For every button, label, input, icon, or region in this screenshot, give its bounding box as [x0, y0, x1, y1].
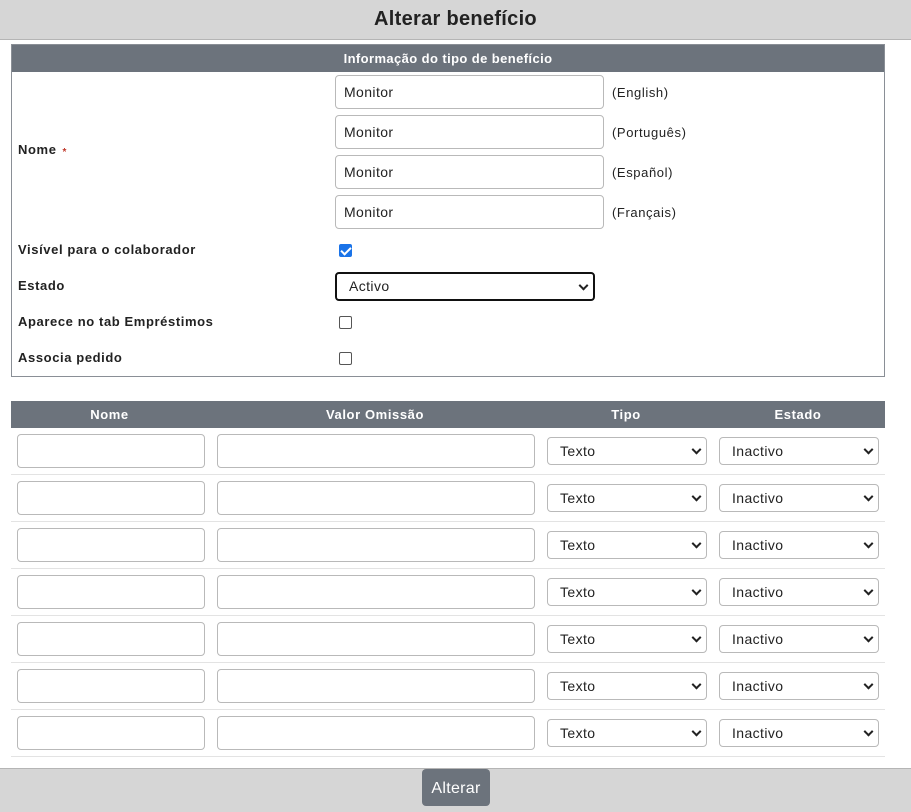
name-french-input[interactable] [335, 195, 604, 229]
row-estado-value: Inactivo [732, 725, 784, 741]
row-tipo-value: Texto [560, 537, 596, 553]
row-estado-select[interactable]: Inactivo [719, 719, 879, 747]
row-estado-value: Inactivo [732, 678, 784, 694]
row-estado-select[interactable]: Inactivo [719, 437, 879, 465]
row-tipo-value: Texto [560, 631, 596, 647]
chevron-down-icon [691, 538, 702, 549]
row-nome-input[interactable] [17, 528, 205, 562]
column-header-nome: Nome [90, 407, 129, 422]
row-estado-select[interactable]: Inactivo [719, 531, 879, 559]
name-portuguese-input[interactable] [335, 115, 604, 149]
row-tipo-select[interactable]: Texto [547, 672, 707, 700]
row-nome-input[interactable] [17, 622, 205, 656]
row-tipo-select[interactable]: Texto [547, 625, 707, 653]
table-row: Texto Inactivo [11, 428, 885, 475]
row-valor-input[interactable] [217, 669, 535, 703]
table-row: Texto Inactivo [11, 522, 885, 569]
row-tipo-select[interactable]: Texto [547, 719, 707, 747]
chevron-down-icon [691, 726, 702, 737]
row-estado-value: Inactivo [732, 584, 784, 600]
lang-portuguese-label: (Português) [612, 125, 687, 140]
page-title: Alterar benefício [0, 0, 911, 40]
estado-label: Estado [18, 278, 65, 293]
lang-french-label: (Français) [612, 205, 677, 220]
row-tipo-select[interactable]: Texto [547, 578, 707, 606]
row-estado-value: Inactivo [732, 443, 784, 459]
row-valor-input[interactable] [217, 575, 535, 609]
visivel-label: Visível para o colaborador [18, 242, 196, 257]
chevron-down-icon [863, 444, 874, 455]
alterar-button[interactable]: Alterar [422, 769, 490, 806]
row-tipo-value: Texto [560, 725, 596, 741]
visivel-checkbox[interactable] [339, 244, 352, 257]
row-tipo-value: Texto [560, 678, 596, 694]
row-valor-input[interactable] [217, 434, 535, 468]
row-estado-value: Inactivo [732, 537, 784, 553]
row-estado-select[interactable]: Inactivo [719, 578, 879, 606]
row-valor-input[interactable] [217, 481, 535, 515]
table-row: Texto Inactivo [11, 569, 885, 616]
row-valor-input[interactable] [217, 622, 535, 656]
row-estado-value: Inactivo [732, 490, 784, 506]
nome-label-text: Nome [18, 142, 57, 157]
name-spanish-input[interactable] [335, 155, 604, 189]
row-tipo-value: Texto [560, 443, 596, 459]
row-estado-value: Inactivo [732, 631, 784, 647]
row-valor-input[interactable] [217, 528, 535, 562]
row-tipo-select[interactable]: Texto [547, 437, 707, 465]
row-estado-select[interactable]: Inactivo [719, 484, 879, 512]
row-valor-input[interactable] [217, 716, 535, 750]
chevron-down-icon [863, 538, 874, 549]
column-header-estado: Estado [774, 407, 822, 422]
chevron-down-icon [863, 726, 874, 737]
table-row: Texto Inactivo [11, 475, 885, 522]
name-english-input[interactable] [335, 75, 604, 109]
footer-bar: Alterar [0, 768, 911, 812]
chevron-down-icon [691, 444, 702, 455]
required-marker: * [62, 147, 68, 158]
chevron-down-icon [863, 679, 874, 690]
chevron-down-icon [578, 280, 589, 291]
row-nome-input[interactable] [17, 434, 205, 468]
section-header: Informação do tipo de benefício [12, 45, 884, 72]
row-tipo-select[interactable]: Texto [547, 484, 707, 512]
associa-label: Associa pedido [18, 350, 123, 365]
estado-select[interactable]: Activo [335, 272, 595, 301]
row-estado-select[interactable]: Inactivo [719, 625, 879, 653]
row-tipo-select[interactable]: Texto [547, 531, 707, 559]
column-header-valor: Valor Omissão [325, 407, 425, 422]
table-row: Texto Inactivo [11, 616, 885, 663]
column-header-tipo: Tipo [611, 407, 641, 422]
nome-label: Nome * [18, 142, 67, 158]
row-tipo-value: Texto [560, 490, 596, 506]
fields-grid-header: Nome Valor Omissão Tipo Estado [11, 401, 885, 428]
row-nome-input[interactable] [17, 575, 205, 609]
chevron-down-icon [691, 679, 702, 690]
chevron-down-icon [691, 491, 702, 502]
chevron-down-icon [691, 585, 702, 596]
row-nome-input[interactable] [17, 716, 205, 750]
row-nome-input[interactable] [17, 669, 205, 703]
aparece-checkbox[interactable] [339, 316, 352, 329]
aparece-label: Aparece no tab Empréstimos [18, 314, 214, 329]
associa-checkbox[interactable] [339, 352, 352, 365]
estado-select-value: Activo [349, 278, 390, 294]
lang-english-label: (English) [612, 85, 669, 100]
chevron-down-icon [863, 491, 874, 502]
row-tipo-value: Texto [560, 584, 596, 600]
table-row: Texto Inactivo [11, 710, 885, 757]
row-nome-input[interactable] [17, 481, 205, 515]
table-row: Texto Inactivo [11, 663, 885, 710]
chevron-down-icon [863, 585, 874, 596]
row-estado-select[interactable]: Inactivo [719, 672, 879, 700]
benefit-type-info-panel: Informação do tipo de benefício Nome * (E… [11, 44, 885, 377]
chevron-down-icon [863, 632, 874, 643]
lang-spanish-label: (Español) [612, 165, 674, 180]
chevron-down-icon [691, 632, 702, 643]
